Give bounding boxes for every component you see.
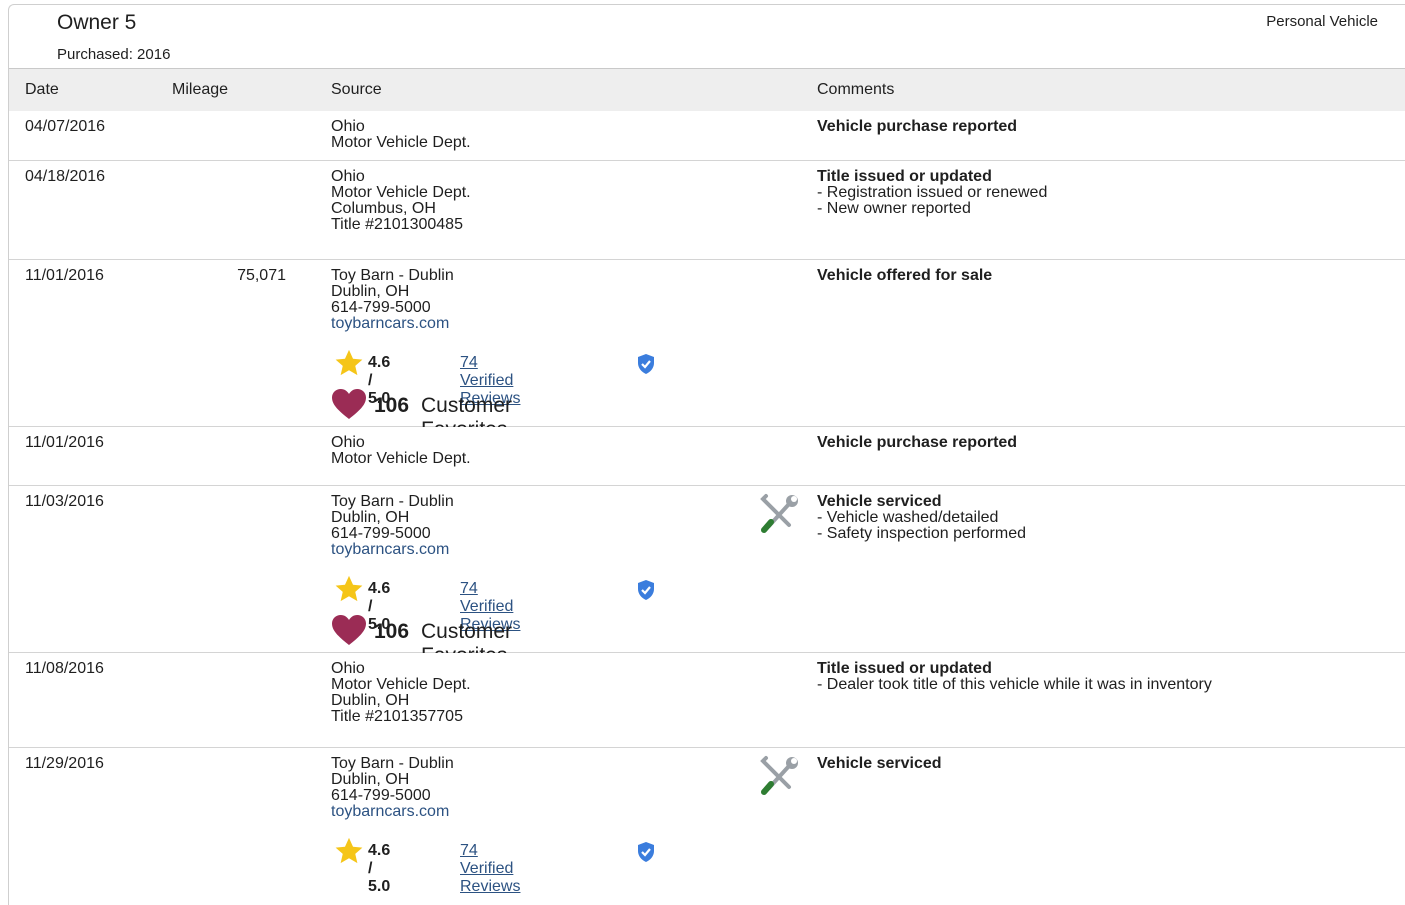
- row-date: 11/01/2016: [25, 267, 104, 284]
- row-source: Ohio Motor Vehicle Dept. Dublin, OH Titl…: [331, 660, 471, 725]
- row-date: 11/29/2016: [25, 755, 104, 772]
- heart-icon: [332, 615, 366, 645]
- dealer-website-link[interactable]: toybarncars.com: [331, 804, 454, 820]
- row-comments: Vehicle serviced - Vehicle washed/detail…: [817, 493, 1026, 542]
- table-row: 11/01/2016 75,071 Toy Barn - Dublin Dubl…: [9, 260, 1405, 441]
- row-comments: Title issued or updated - Registration i…: [817, 168, 1048, 217]
- favorites-count: 106: [374, 394, 410, 417]
- row-date: 04/07/2016: [25, 118, 106, 135]
- dealer-website-link[interactable]: toybarncars.com: [331, 542, 454, 558]
- verified-reviews-link[interactable]: 74 Verified Reviews: [460, 842, 520, 896]
- row-source: Ohio Motor Vehicle Dept.: [331, 118, 471, 151]
- row-date: 04/18/2016: [25, 168, 106, 185]
- row-source: Ohio Motor Vehicle Dept.: [331, 434, 471, 467]
- verified-badge-icon: [638, 354, 654, 374]
- row-comments: Vehicle purchase reported: [817, 118, 1018, 135]
- table-row: 11/29/2016 Toy Barn - Dublin Dublin, OH …: [9, 748, 1405, 895]
- row-comments: Vehicle offered for sale: [817, 267, 993, 284]
- favorites-count: 106: [374, 620, 410, 643]
- row-source: Toy Barn - Dublin Dublin, OH 614-799-500…: [331, 267, 454, 332]
- row-date: 11/08/2016: [25, 660, 104, 677]
- row-source: Toy Barn - Dublin Dublin, OH 614-799-500…: [331, 755, 454, 820]
- service-tools-icon: [760, 756, 798, 795]
- row-date: 11/01/2016: [25, 434, 104, 451]
- purchase-year: Purchased: 2016: [57, 46, 171, 63]
- header-date: Date: [25, 81, 59, 98]
- table-row: 11/01/2016 Ohio Motor Vehicle Dept. Vehi…: [9, 427, 1405, 486]
- row-source: Toy Barn - Dublin Dublin, OH 614-799-500…: [331, 493, 454, 558]
- service-tools-icon: [760, 494, 798, 533]
- table-row: 04/18/2016 Ohio Motor Vehicle Dept. Colu…: [9, 161, 1405, 260]
- header-mileage: Mileage: [172, 81, 229, 98]
- row-comments: Vehicle serviced: [817, 755, 942, 772]
- row-comments: Title issued or updated - Dealer took ti…: [817, 660, 1212, 693]
- owner-title: Owner 5: [57, 11, 137, 34]
- table-row: 04/07/2016 Ohio Motor Vehicle Dept. Vehi…: [9, 111, 1405, 161]
- header-source: Source: [331, 81, 382, 98]
- table-header: Date Mileage Source Comments: [9, 68, 1405, 112]
- row-mileage: 75,071: [237, 267, 286, 284]
- verified-badge-icon: [638, 842, 654, 862]
- heart-icon: [332, 389, 366, 419]
- header-comments: Comments: [817, 81, 895, 98]
- rating-score: 4.6 / 5.0: [368, 842, 391, 895]
- row-source: Ohio Motor Vehicle Dept. Columbus, OH Ti…: [331, 168, 471, 233]
- star-icon: [335, 575, 363, 602]
- table-row: 11/03/2016 Toy Barn - Dublin Dublin, OH …: [9, 486, 1405, 667]
- verified-badge-icon: [638, 580, 654, 600]
- table-row: 11/08/2016 Ohio Motor Vehicle Dept. Dubl…: [9, 653, 1405, 748]
- vehicle-type-label: Personal Vehicle: [1266, 13, 1378, 30]
- star-icon: [335, 349, 363, 376]
- star-icon: [335, 837, 363, 864]
- row-comments: Vehicle purchase reported: [817, 434, 1018, 451]
- dealer-website-link[interactable]: toybarncars.com: [331, 316, 454, 332]
- row-date: 11/03/2016: [25, 493, 104, 510]
